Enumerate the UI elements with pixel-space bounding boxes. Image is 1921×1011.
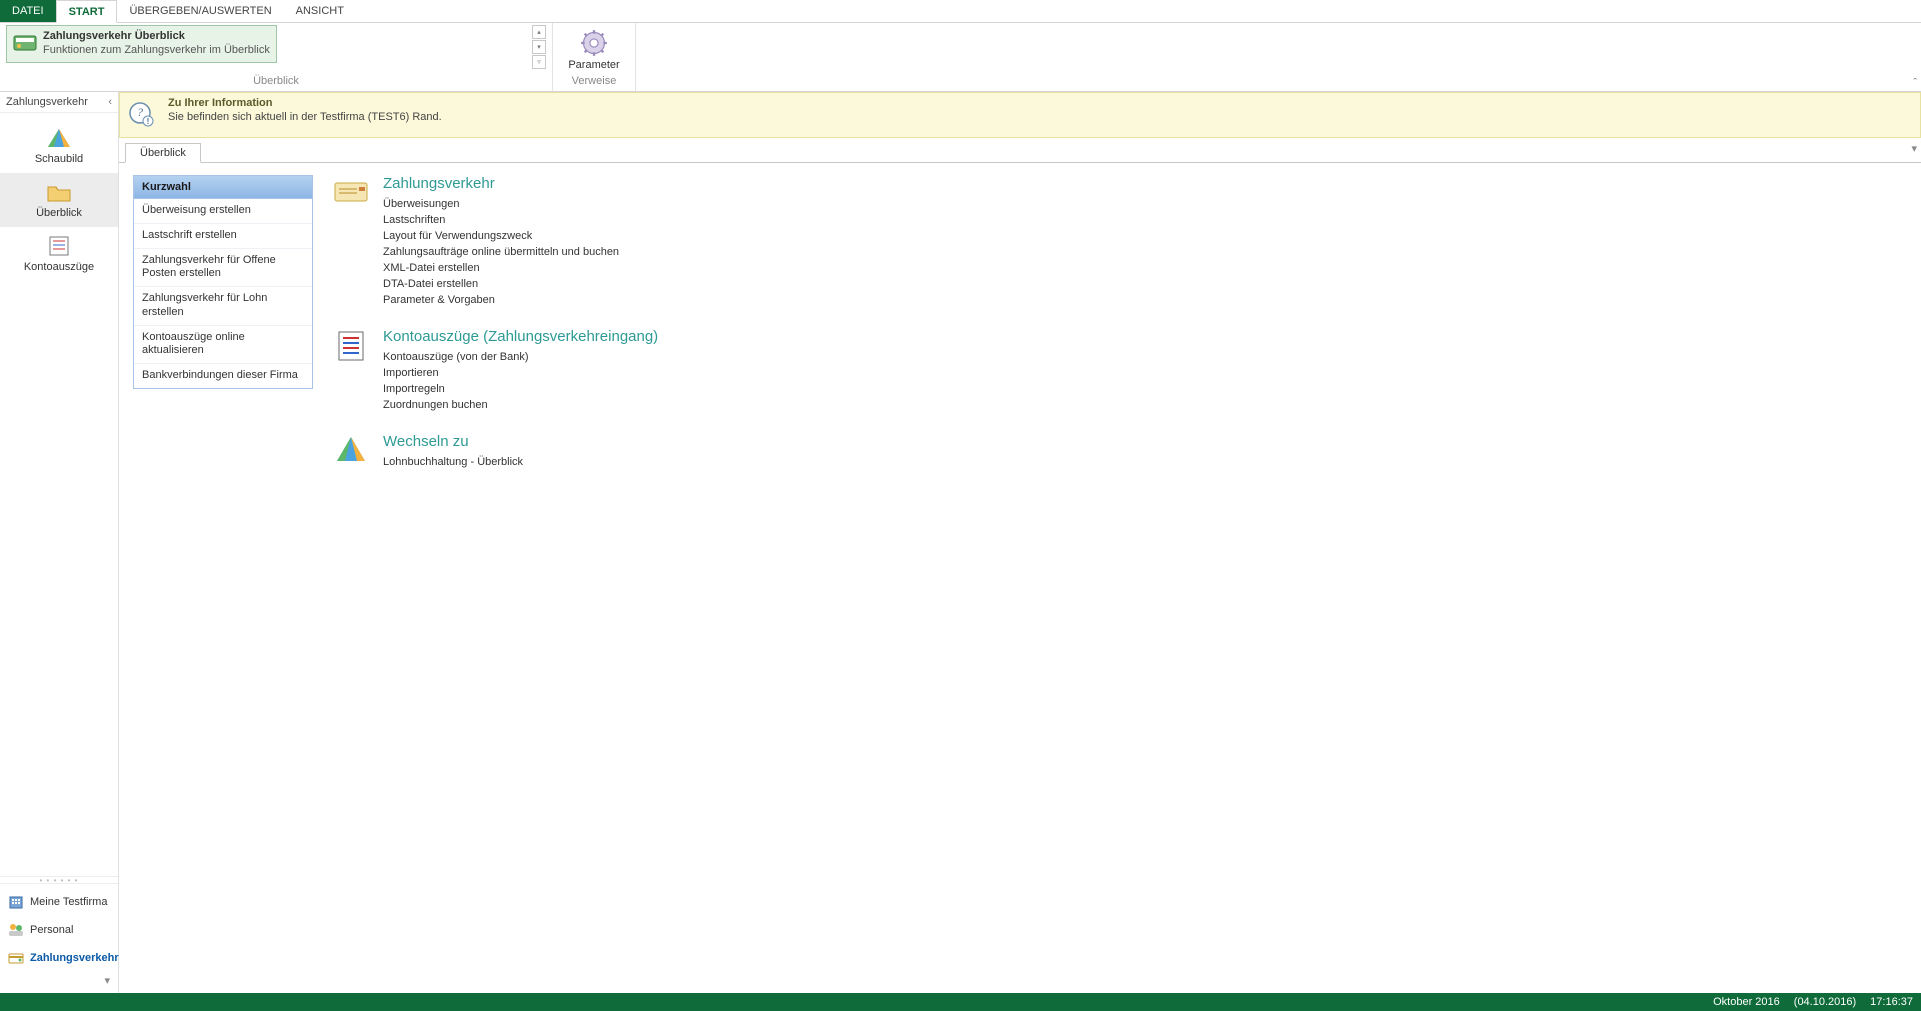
section-zahlungsverkehr: Zahlungsverkehr Überweisungen Lastschrif… [333,175,658,308]
statement-icon [46,235,72,257]
kurzwahl-item[interactable]: Zahlungsverkehr für Offene Posten erstel… [134,249,312,288]
ribbon-collapse-icon[interactable]: ˆ [1913,77,1917,89]
status-month: Oktober 2016 [1713,996,1780,1008]
nav-item-kontoauszuege[interactable]: Kontoauszüge [0,227,118,281]
kurzwahl-item[interactable]: Bankverbindungen dieser Firma [134,364,312,388]
ribbon-ueberblick-button[interactable]: Zahlungsverkehr Überblick Funktionen zum… [6,25,277,63]
section-kontoauszuege: Kontoauszüge (Zahlungsverkehreingang) Ko… [333,328,658,413]
section-link[interactable]: Importieren [383,365,658,381]
section-link[interactable]: Layout für Verwendungszweck [383,228,619,244]
gear-icon [580,29,608,57]
section-link[interactable]: Parameter & Vorgaben [383,292,619,308]
kurzwahl-item[interactable]: Überweisung erstellen [134,199,312,224]
svg-text:?: ? [137,105,143,119]
svg-text:!: ! [147,117,150,126]
spinner-down-icon[interactable]: ▾ [532,40,546,54]
menu-bar: DATEI START ÜBERGEBEN/AUSWERTEN ANSICHT [0,0,1921,23]
left-nav-collapse-icon[interactable]: ‹ [108,96,112,108]
section-link[interactable]: Importregeln [383,381,658,397]
section-link[interactable]: Zuordnungen buchen [383,397,658,413]
overview-icon [13,30,37,54]
section-title[interactable]: Kontoauszüge (Zahlungsverkehreingang) [383,328,658,345]
section-link[interactable]: Überweisungen [383,196,619,212]
status-time: 17:16:37 [1870,996,1913,1008]
chart-icon [46,127,72,149]
nav-item-label: Schaubild [35,153,83,165]
content-tabs: Überblick ▾ [119,138,1921,163]
section-link[interactable]: XML-Datei erstellen [383,260,619,276]
nav-item-ueberblick[interactable]: Überblick [0,173,118,227]
info-icon: ?! [128,101,156,129]
module-label: Meine Testfirma [30,896,107,908]
section-wechseln-zu: Wechseln zu Lohnbuchhaltung - Überblick [333,433,658,470]
ribbon: Zahlungsverkehr Überblick Funktionen zum… [0,23,1921,92]
kurzwahl-item[interactable]: Kontoauszüge online aktualisieren [134,326,312,365]
module-personal[interactable]: Personal [0,916,118,944]
nav-splitter[interactable]: • • • • • • [0,876,118,884]
tab-ueberblick[interactable]: Überblick [125,143,201,163]
bank-statement-icon [333,328,369,364]
kurzwahl-panel: Kurzwahl Überweisung erstellen Lastschri… [133,175,313,389]
module-label: Personal [30,924,73,936]
kurzwahl-title: Kurzwahl [134,176,312,199]
module-zahlungsverkehr[interactable]: Zahlungsverkehr [0,944,118,972]
section-title[interactable]: Wechseln zu [383,433,523,450]
people-icon [8,922,24,938]
info-title: Zu Ihrer Information [168,97,442,109]
info-bar: ?! Zu Ihrer Information Sie befinden sic… [119,92,1921,138]
spinner-more-icon[interactable]: ▿ [532,55,546,69]
switch-icon [333,433,369,469]
menu-ansicht[interactable]: ANSICHT [284,0,356,22]
kurzwahl-item[interactable]: Lastschrift erstellen [134,224,312,249]
section-link[interactable]: Zahlungsaufträge online übermitteln und … [383,244,619,260]
ribbon-gallery-spinner[interactable]: ▴ ▾ ▿ [532,25,546,69]
kurzwahl-item[interactable]: Zahlungsverkehr für Lohn erstellen [134,287,312,326]
status-bar: Oktober 2016 (04.10.2016) 17:16:37 [0,993,1921,1011]
status-date: (04.10.2016) [1794,996,1856,1008]
folder-icon [46,181,72,203]
menu-datei[interactable]: DATEI [0,0,56,22]
menu-uebergeben[interactable]: ÜBERGEBEN/AUSWERTEN [117,0,283,22]
content-area: ?! Zu Ihrer Information Sie befinden sic… [119,92,1921,993]
ribbon-parameter-button[interactable]: Parameter [558,25,629,75]
nav-item-label: Kontoauszüge [24,261,94,273]
cheque-icon [333,175,369,211]
module-expand-icon[interactable]: ▾ [0,972,118,989]
payments-icon [8,950,24,966]
left-nav: Zahlungsverkehr ‹ Schaubild Überblick [0,92,119,993]
section-title[interactable]: Zahlungsverkehr [383,175,619,192]
menu-start[interactable]: START [56,0,118,23]
ribbon-ueberblick-title: Zahlungsverkehr Überblick [43,30,270,44]
spinner-up-icon[interactable]: ▴ [532,25,546,39]
left-nav-title: Zahlungsverkehr [6,96,88,108]
section-link[interactable]: Lastschriften [383,212,619,228]
ribbon-group-ueberblick-label: Überblick [6,75,546,89]
company-icon [8,894,24,910]
info-text: Sie befinden sich aktuell in der Testfir… [168,111,442,123]
ribbon-group-verweise-label: Verweise [559,75,629,89]
section-link[interactable]: DTA-Datei erstellen [383,276,619,292]
nav-item-schaubild[interactable]: Schaubild [0,119,118,173]
module-label: Zahlungsverkehr [30,952,119,964]
ribbon-parameter-label: Parameter [568,59,619,71]
section-link[interactable]: Kontoauszüge (von der Bank) [383,349,658,365]
module-meine-testfirma[interactable]: Meine Testfirma [0,888,118,916]
section-link[interactable]: Lohnbuchhaltung - Überblick [383,454,523,470]
nav-item-label: Überblick [36,207,82,219]
tab-dropdown-icon[interactable]: ▾ [1911,142,1917,155]
ribbon-ueberblick-sub: Funktionen zum Zahlungsverkehr im Überbl… [43,44,270,58]
